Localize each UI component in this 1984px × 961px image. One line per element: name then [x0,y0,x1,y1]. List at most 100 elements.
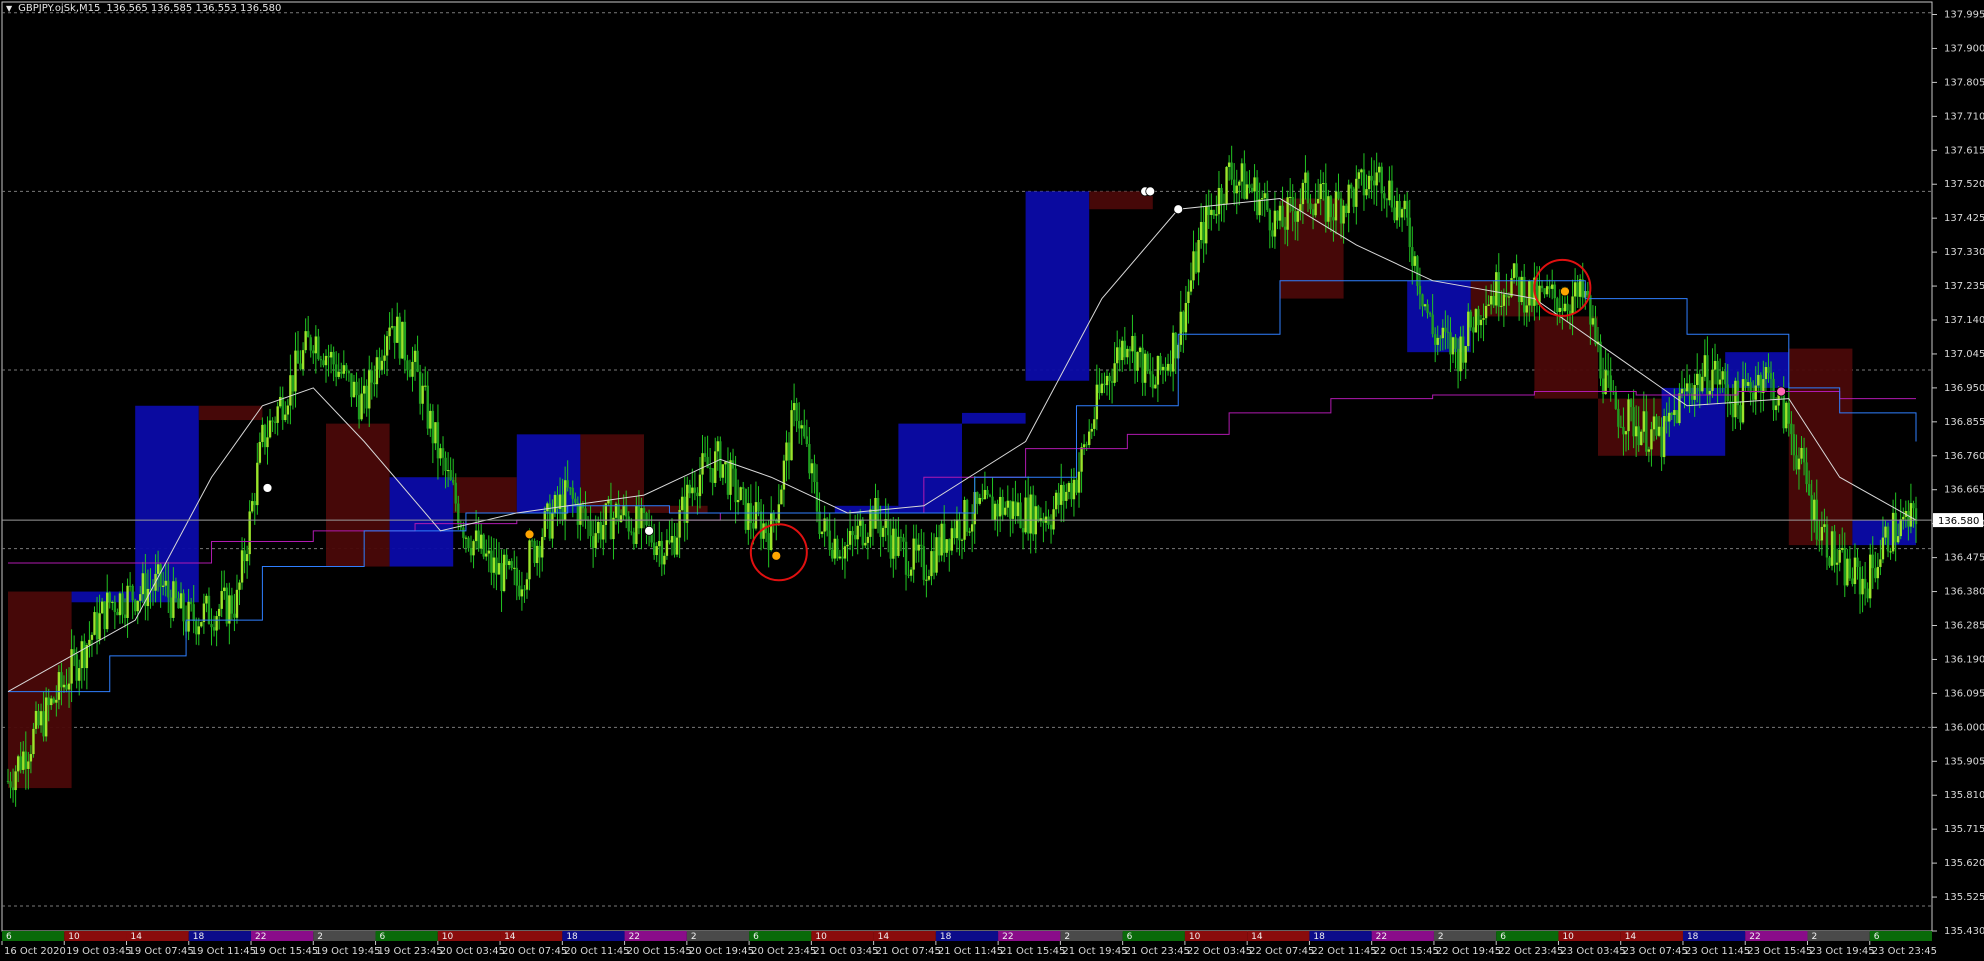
bear-candle [836,538,839,559]
bear-candle [1724,371,1727,385]
bear-candle [942,523,946,553]
bull-candle [1088,431,1091,446]
bear-candle [151,589,155,591]
bull-candle [553,494,557,514]
bull-candle [721,464,725,478]
bull-candle [541,536,544,558]
bear-candle [1530,280,1534,306]
triangle-down-icon[interactable]: ▼ [6,4,12,13]
bull-candle [968,531,971,533]
bear-candle [1655,416,1658,436]
ohlc-values: 136.565 136.585 136.553 136.580 [106,3,282,14]
bear-candle [42,711,45,737]
bull-candle [551,513,554,539]
bull-candle [1879,559,1882,567]
bull-candle [1650,429,1653,450]
signal-marker [524,529,535,540]
bear-candle [1739,405,1742,423]
bear-candle [1276,210,1279,221]
bear-candle [1818,539,1821,541]
bear-candle [1805,462,1808,485]
hour-label: 2 [1438,932,1444,942]
bull-candle [286,405,290,415]
bear-candle [1548,286,1551,289]
bear-candle [533,540,536,564]
bull-candle [762,523,765,539]
bull-candle [90,634,94,640]
bear-candle [347,370,351,374]
bull-period-box [389,477,454,567]
bear-candle [327,355,330,358]
bull-candle [1121,340,1124,361]
bull-candle [1718,379,1722,385]
bull-candle [716,441,719,452]
bull-candle [513,567,516,569]
bear-candle [1110,381,1114,383]
bear-candle [1418,285,1422,295]
bull-candle [663,555,666,565]
bull-candle [22,751,25,770]
bull-candle [1762,379,1765,394]
bear-candle [60,672,63,688]
bear-candle [726,461,730,495]
bull-candle [70,649,73,684]
bear-candle [981,497,984,500]
bear-candle [813,463,816,483]
bear-candle [1032,494,1035,535]
bull-candle [1604,370,1607,395]
bear-candle [1352,188,1355,207]
bull-candle [1054,492,1058,510]
bull-candle [34,710,38,729]
price-chart[interactable]: 137.995 137.900 137.805 137.710 137.615 137.5… [0,0,1984,961]
bear-candle [1380,166,1383,194]
bear-candle [1421,294,1424,307]
bull-candle [360,393,363,420]
bear-candle [1019,502,1022,529]
bull-candle [543,511,546,537]
bear-candle [398,316,401,359]
bull-candle [383,355,386,361]
bull-candle [1296,211,1300,222]
bull-candle [782,460,786,490]
bear-candle [1070,483,1073,500]
bull-candle [1774,405,1778,411]
bull-candle [401,321,404,359]
bull-period-box [1661,387,1726,456]
date-tick-label: 16 Oct 2020 [4,946,66,957]
bull-candle [843,546,847,559]
bear-candle [291,375,295,392]
bull-candle [686,484,689,523]
bear-candle [1014,501,1017,517]
price-tick-label: 137.805 [1944,77,1984,88]
bull-candle [925,579,928,581]
bull-candle [1316,198,1320,204]
bear-candle [317,336,320,360]
bear-candle [937,537,941,556]
bear-candle [1629,399,1633,408]
bear-candle [416,350,419,372]
bull-candle [1225,166,1228,204]
bull-candle [1741,379,1745,423]
bear-candle [693,487,697,493]
bear-candle [1665,416,1668,422]
bull-candle [324,355,328,366]
bear-candle [1449,332,1452,355]
bear-candle [1810,495,1813,521]
bull-candle [1640,431,1643,446]
bull-period-box [135,405,199,603]
bear-candle [1047,516,1050,525]
hour-label: 14 [1625,932,1637,942]
bear-candle [767,533,770,550]
bull-candle [520,589,524,597]
hour-label: 22 [1376,932,1387,942]
bull-candle [1624,431,1628,435]
bull-candle [1253,177,1256,192]
chart-window[interactable]: 137.995 137.900 137.805 137.710 137.615 137.5… [0,0,1984,961]
bull-candle [1835,562,1839,565]
bear-candle [490,550,493,573]
bull-candle [261,424,264,442]
bull-candle [1319,183,1322,199]
bull-candle [1899,519,1902,537]
bear-candle [688,484,691,494]
bear-candle [1477,309,1480,326]
